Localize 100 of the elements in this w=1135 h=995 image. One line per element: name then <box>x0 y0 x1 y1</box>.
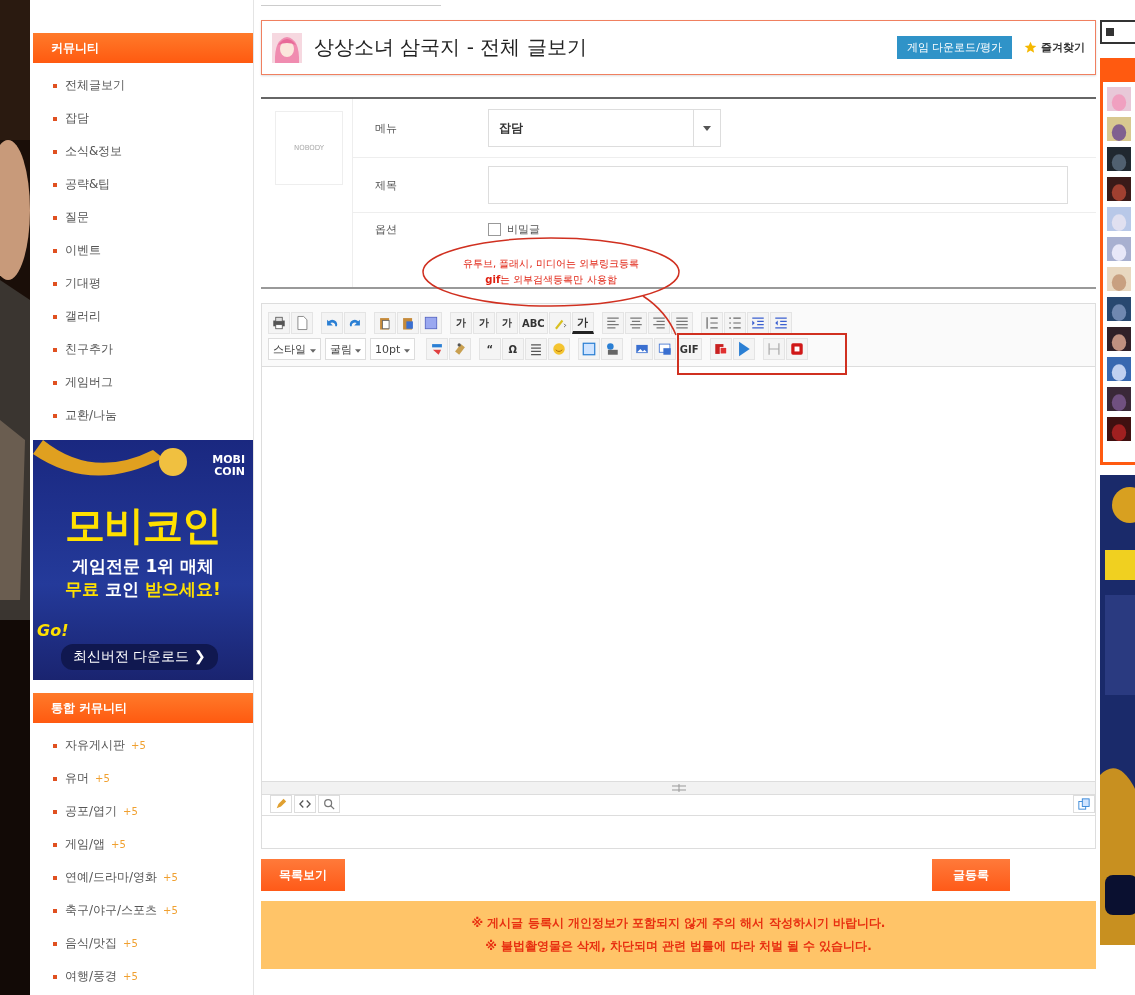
toolbar-button[interactable] <box>420 312 442 334</box>
go-logo: Go! <box>37 621 69 640</box>
toolbar-dropdown[interactable]: 스타일 <box>268 338 321 360</box>
sidebar-link[interactable]: 축구/야구/스포츠 <box>65 902 158 919</box>
bullet-icon <box>53 413 57 418</box>
code-icon <box>299 798 311 810</box>
toolbar-button[interactable] <box>425 338 448 360</box>
sidebar-link[interactable]: 갤러리 <box>65 308 101 325</box>
caret-icon <box>403 348 410 353</box>
bullet-icon <box>53 809 57 814</box>
toolbar-button[interactable]: “ <box>478 338 501 360</box>
ad-banner[interactable]: MOBI COIN 모비코인 게임전문 1위 매체 무료 코인 받으세요! Go! 최신버전 다운로드 ❯ <box>33 440 253 680</box>
toolbar-button[interactable] <box>653 338 676 360</box>
field-label: 제목 <box>375 177 398 193</box>
toolbar-button[interactable] <box>577 338 600 360</box>
pencil-icon <box>275 798 287 810</box>
page-title: 상상소녀 삼국지 - 전체 글보기 <box>314 34 588 61</box>
sidebar-link[interactable]: 게임버그 <box>65 374 113 391</box>
bullet-icon <box>53 149 57 154</box>
bullet-icon <box>53 380 57 385</box>
toolbar-button[interactable]: 가 <box>496 312 518 334</box>
sidebar-link[interactable]: 음식/맛집 <box>65 935 118 952</box>
printer-icon <box>270 314 288 332</box>
toolbar-button[interactable] <box>670 312 693 334</box>
callout-text: 유투브, 플래시, 미디어는 외부링크등록 <box>463 257 639 271</box>
sidebar-link[interactable]: 전체글보기 <box>65 77 125 94</box>
ad-headline: 모비코인 <box>65 501 221 550</box>
bullet-icon <box>53 182 57 187</box>
section-header: 통합 커뮤니티 <box>33 693 253 723</box>
sidebar-link[interactable]: 친구추가 <box>65 341 113 358</box>
sidebar-link[interactable]: 유머 <box>65 770 89 787</box>
font-color-button[interactable]: 가 <box>571 312 594 334</box>
bullet-icon <box>53 776 57 781</box>
caret-icon <box>309 348 316 353</box>
grip-icon <box>671 784 686 792</box>
checkbox[interactable] <box>488 223 501 236</box>
section-header: 커뮤니티 <box>33 33 253 63</box>
my-button[interactable] <box>1100 20 1135 44</box>
sidebar-link[interactable]: 교환/나눔 <box>65 407 118 424</box>
toolbar-button[interactable] <box>700 312 723 334</box>
toolbar-button[interactable] <box>397 312 419 334</box>
subject-field[interactable] <box>488 166 1068 204</box>
toolbar-button[interactable] <box>709 338 732 360</box>
new-count: +5 <box>131 740 146 751</box>
toolbar-button[interactable] <box>601 312 624 334</box>
mode-tab[interactable] <box>294 795 316 813</box>
sidebar-link[interactable]: 게임/앱 <box>65 836 106 853</box>
toolbar-button[interactable]: ABC <box>519 312 548 334</box>
callout-text: gif는 외부검색등록만 사용함 <box>485 273 617 287</box>
toolbar-button[interactable] <box>647 312 670 334</box>
sidebar-link[interactable]: 공포/엽기 <box>65 803 118 820</box>
sidebar-link[interactable]: 이벤트 <box>65 242 101 259</box>
sidebar-link[interactable]: 연예/드라마/영화 <box>65 869 158 886</box>
mode-tab[interactable] <box>318 795 340 813</box>
toolbar-dropdown[interactable]: 굴림 <box>324 338 366 360</box>
new-count: +5 <box>111 839 126 850</box>
sidebar-link[interactable]: 여행/풍경 <box>65 968 118 985</box>
bullet-icon <box>53 215 57 220</box>
toolbar-button[interactable]: GIF <box>676 338 702 360</box>
toolbar-button[interactable] <box>321 312 343 334</box>
notice-text: ※ 불법촬영물은 삭제, 차단되며 관련 법률에 따라 처벌 될 수 있습니다. <box>484 938 873 955</box>
caret-icon <box>703 125 711 131</box>
sidebar-link[interactable]: 질문 <box>65 209 89 226</box>
favorite-link[interactable]: 즐겨찾기 <box>1024 40 1085 55</box>
new-count: +5 <box>123 938 138 949</box>
toolbar-button[interactable] <box>769 312 792 334</box>
toolbar-dropdown[interactable]: 10pt <box>370 338 415 360</box>
new-count: +5 <box>163 905 178 916</box>
toolbar-button[interactable] <box>785 338 808 360</box>
toolbar-button[interactable] <box>524 338 547 360</box>
toolbar-button[interactable] <box>630 338 653 360</box>
copy-button[interactable] <box>1073 795 1095 813</box>
bullet-icon <box>53 83 57 88</box>
sidebar-link[interactable]: 잡담 <box>65 110 89 127</box>
ad-text: 무료 코인 받으세요! <box>65 578 221 601</box>
toolbar-button[interactable] <box>374 312 396 334</box>
sidebar-link[interactable]: 공략&팁 <box>65 176 111 193</box>
toolbar-button[interactable] <box>624 312 647 334</box>
sidebar-link[interactable]: 소식&정보 <box>65 143 123 160</box>
brand-logo-text: MOBI COIN <box>211 454 245 479</box>
toolbar-button[interactable] <box>746 312 769 334</box>
toolbar-button[interactable]: Ω <box>501 338 524 360</box>
star-icon <box>1024 41 1037 54</box>
toolbar-button[interactable] <box>600 338 623 360</box>
bullet-icon <box>53 941 57 946</box>
toolbar-button[interactable] <box>268 312 290 334</box>
download-link[interactable]: 최신버전 다운로드 ❯ <box>61 644 218 670</box>
toolbar-button[interactable] <box>723 312 746 334</box>
toolbar-button[interactable] <box>344 312 366 334</box>
toolbar-button[interactable]: 가 <box>450 312 472 334</box>
bullet-icon <box>53 347 57 352</box>
sidebar-link[interactable]: 기대평 <box>65 275 101 292</box>
toolbar-button[interactable] <box>291 312 313 334</box>
toolbar-button[interactable]: 가 <box>473 312 495 334</box>
field-label: 옵션 <box>375 222 398 237</box>
toolbar-button[interactable] <box>732 338 755 360</box>
menu-select[interactable]: 잡담 <box>488 109 721 147</box>
sidebar-link[interactable]: 자유게시판 <box>65 737 125 754</box>
bullet-icon <box>53 248 57 253</box>
new-count: +5 <box>95 773 110 784</box>
